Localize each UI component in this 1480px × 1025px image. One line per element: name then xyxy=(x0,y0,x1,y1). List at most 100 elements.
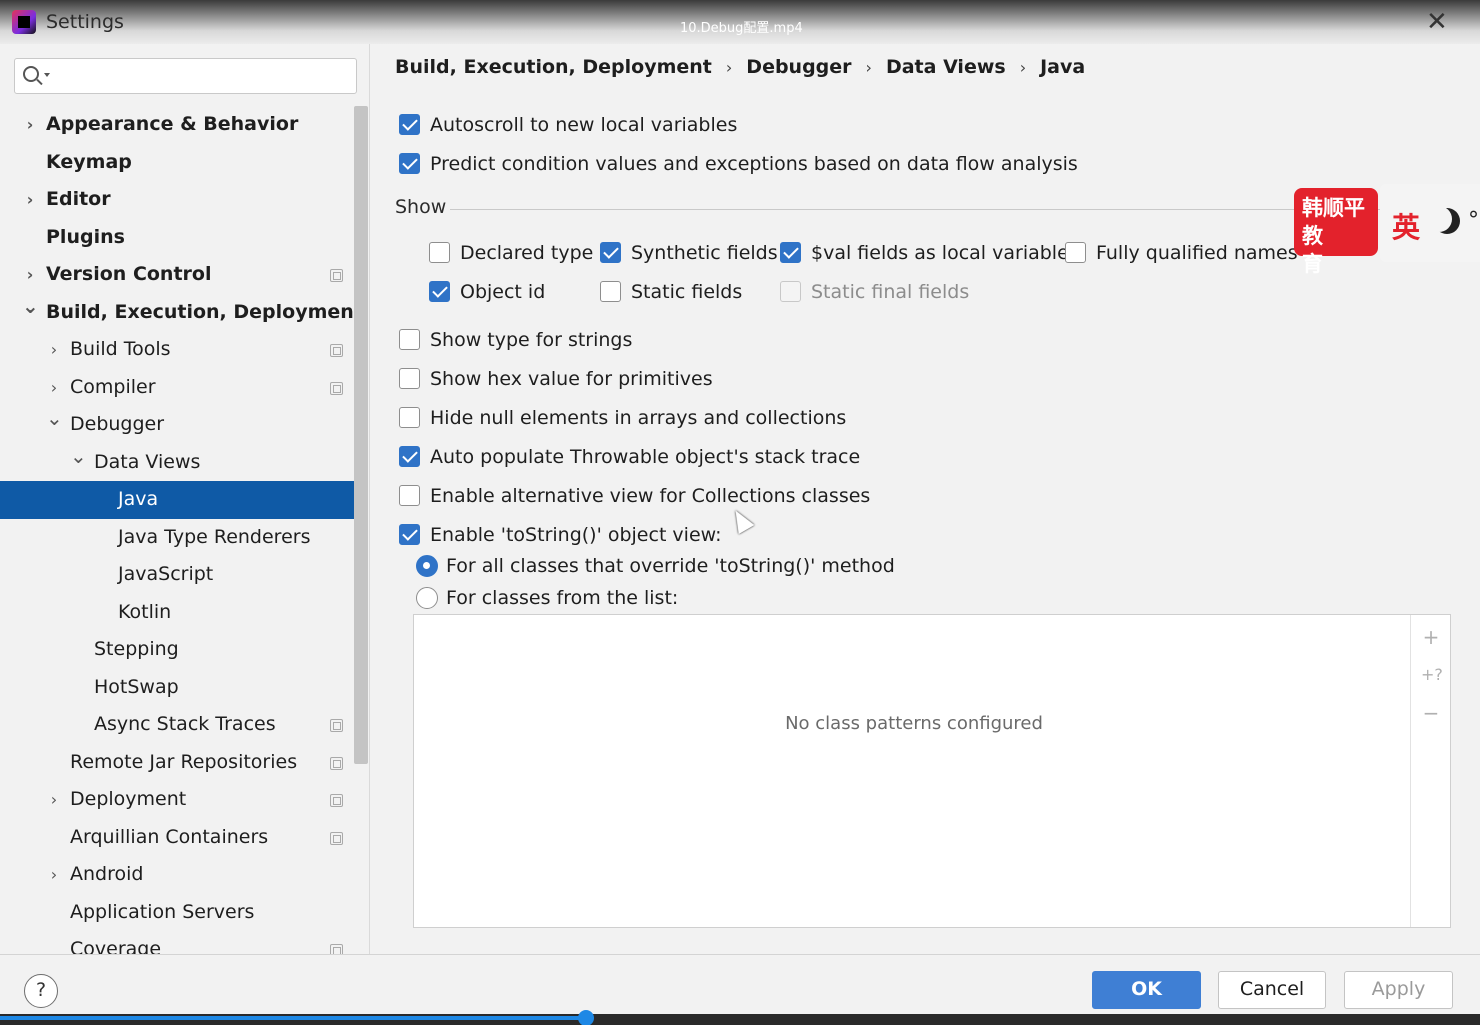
video-progress-knob[interactable] xyxy=(578,1010,595,1025)
sidebar-item[interactable]: ⌄ Build, Execution, Deployment xyxy=(0,294,363,332)
sidebar-item[interactable]: Plugins xyxy=(0,219,355,257)
chevron-down-icon[interactable]: ⌄ xyxy=(46,400,63,438)
chevron-right-icon[interactable]: › xyxy=(22,106,38,144)
sidebar-item[interactable]: › Deployment xyxy=(0,781,355,819)
cancel-button[interactable]: Cancel xyxy=(1218,971,1326,1009)
sidebar-item[interactable]: Application Servers xyxy=(0,894,355,932)
sidebar-item-label: Arquillian Containers xyxy=(70,825,269,848)
settings-tree: › Appearance & Behavior Keymap › Editor Plugi… xyxy=(0,106,363,969)
synthetic-fields-checkbox[interactable] xyxy=(600,242,621,263)
hex-primitives-checkbox[interactable] xyxy=(399,368,420,389)
settings-panel: Build, Execution, Deployment › Debugger › Da… xyxy=(370,44,1480,954)
sidebar-item[interactable]: Kotlin xyxy=(0,594,355,632)
sidebar-item[interactable]: ⌄ Debugger xyxy=(0,406,355,444)
sidebar-item[interactable]: Java Type Renderers xyxy=(0,519,355,557)
sidebar-item[interactable]: › Editor xyxy=(0,181,355,219)
add-pattern-icon[interactable]: + xyxy=(1421,627,1441,647)
breadcrumb-item: Java xyxy=(1040,56,1086,78)
search-field[interactable] xyxy=(14,58,357,94)
breadcrumb-item[interactable]: Debugger xyxy=(746,56,851,78)
remove-pattern-icon[interactable]: − xyxy=(1421,703,1441,723)
declared-type-checkbox[interactable] xyxy=(429,242,450,263)
close-icon[interactable]: ✕ xyxy=(1426,8,1448,36)
synthetic-fields-label: Synthetic fields xyxy=(631,242,778,264)
help-button[interactable]: ? xyxy=(24,974,58,1008)
empty-list-message: No class patterns configured xyxy=(785,713,1043,734)
sidebar-item[interactable]: Arquillian Containers xyxy=(0,819,355,857)
chevron-right-icon[interactable]: › xyxy=(22,181,38,219)
chevron-down-icon[interactable]: ⌄ xyxy=(70,438,87,476)
val-fields-label: $val fields as local variables xyxy=(811,242,1079,264)
ime-toolbar[interactable]: 英 °, xyxy=(1380,184,1480,262)
settings-sidebar: › Appearance & Behavior Keymap › Editor Plugi… xyxy=(0,44,370,960)
breadcrumb-separator: › xyxy=(725,58,733,77)
hide-null-checkbox[interactable] xyxy=(399,407,420,428)
type-strings-checkbox[interactable] xyxy=(399,329,420,350)
tostring-checkbox[interactable] xyxy=(399,524,420,545)
sidebar-item-label: Data Views xyxy=(94,450,201,473)
sidebar-item[interactable]: Stepping xyxy=(0,631,355,669)
sidebar-item-label: Java Type Renderers xyxy=(118,525,311,548)
project-scope-icon xyxy=(330,344,343,357)
settings-window: Settings 10.Debug配置.mp4 ✕ › Appearance & … xyxy=(0,0,1480,1025)
hex-primitives-label: Show hex value for primitives xyxy=(430,368,713,390)
sidebar-item[interactable]: ⌄ Data Views xyxy=(0,444,355,482)
sidebar-item[interactable]: Remote Jar Repositories xyxy=(0,744,355,782)
class-patterns-list[interactable]: No class patterns configured xyxy=(413,614,1451,928)
show-section-label: Show xyxy=(395,196,447,218)
from-list-radio[interactable] xyxy=(416,587,438,609)
sidebar-item-label: Appearance & Behavior xyxy=(46,113,299,135)
chevron-down-icon[interactable]: ⌄ xyxy=(22,288,39,326)
object-id-checkbox[interactable] xyxy=(429,281,450,302)
from-list-label: For classes from the list: xyxy=(446,587,679,609)
moon-icon[interactable] xyxy=(1434,208,1460,234)
all-classes-radio[interactable] xyxy=(416,555,438,577)
sidebar-item[interactable]: › Appearance & Behavior xyxy=(0,106,355,144)
search-input[interactable] xyxy=(55,63,345,89)
auto-populate-label: Auto populate Throwable object's stack t… xyxy=(430,446,861,468)
sidebar-item[interactable]: HotSwap xyxy=(0,669,355,707)
predict-checkbox[interactable] xyxy=(399,153,420,174)
sidebar-scrollbar[interactable] xyxy=(354,106,368,764)
add-pattern-with-wildcard-icon[interactable]: +? xyxy=(1421,665,1443,685)
sidebar-item-label: Deployment xyxy=(70,788,187,810)
sidebar-item-label: Keymap xyxy=(46,150,132,173)
alt-view-label: Enable alternative view for Collections … xyxy=(430,485,871,507)
alt-view-checkbox[interactable] xyxy=(399,485,420,506)
sidebar-item[interactable]: Java xyxy=(0,481,355,519)
video-progress-bar[interactable] xyxy=(0,1010,1480,1025)
search-options-caret-icon[interactable] xyxy=(44,73,50,77)
autoscroll-checkbox[interactable] xyxy=(399,114,420,135)
ok-button[interactable]: OK xyxy=(1092,971,1201,1009)
auto-populate-checkbox[interactable] xyxy=(399,446,420,467)
sidebar-item-label: Application Servers xyxy=(70,900,255,923)
chevron-right-icon[interactable]: › xyxy=(46,856,62,894)
fully-qualified-checkbox[interactable] xyxy=(1065,242,1086,263)
sidebar-item[interactable]: › Build Tools xyxy=(0,331,355,369)
sidebar-item-label: Editor xyxy=(46,188,111,210)
breadcrumb-item[interactable]: Data Views xyxy=(886,56,1006,78)
sidebar-item[interactable]: Keymap xyxy=(0,144,355,182)
sidebar-item[interactable]: › Version Control xyxy=(0,256,355,294)
apply-button[interactable]: Apply xyxy=(1344,971,1453,1009)
sidebar-item[interactable]: JavaScript xyxy=(0,556,355,594)
chevron-right-icon[interactable]: › xyxy=(46,331,62,369)
sidebar-item[interactable]: › Android xyxy=(0,856,355,894)
ime-punctuation-icon[interactable]: °, xyxy=(1468,208,1480,233)
video-progress-fill xyxy=(0,1016,587,1020)
watermark-logo: 韩顺平 教育 xyxy=(1294,188,1378,276)
sidebar-item-label: Compiler xyxy=(70,375,156,398)
static-fields-checkbox[interactable] xyxy=(600,281,621,302)
ime-language-indicator[interactable]: 英 xyxy=(1392,206,1420,246)
val-fields-checkbox[interactable] xyxy=(780,242,801,263)
sidebar-item-label: HotSwap xyxy=(94,675,179,698)
type-strings-label: Show type for strings xyxy=(430,329,633,351)
static-final-fields-checkbox xyxy=(780,281,801,302)
hide-null-label: Hide null elements in arrays and collect… xyxy=(430,407,847,429)
video-title: 10.Debug配置.mp4 xyxy=(680,21,803,36)
project-scope-icon xyxy=(330,381,343,395)
chevron-right-icon[interactable]: › xyxy=(46,781,62,819)
watermark-line2: 教育 xyxy=(1302,224,1343,276)
sidebar-item[interactable]: Async Stack Traces xyxy=(0,706,355,744)
breadcrumb-item[interactable]: Build, Execution, Deployment xyxy=(395,56,712,78)
